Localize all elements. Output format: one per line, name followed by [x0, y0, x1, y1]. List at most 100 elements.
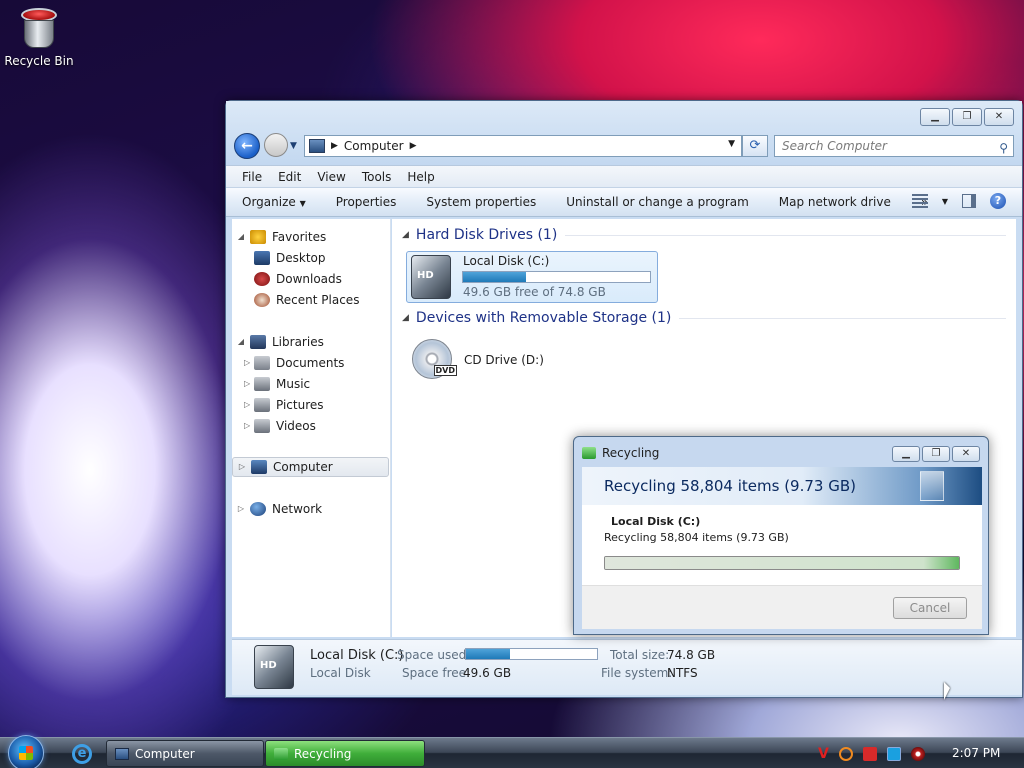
dialog-maximize-button[interactable]: ❐ [922, 446, 950, 462]
details-pane: Local Disk (C:) Local Disk Space used: S… [232, 639, 1022, 695]
dialog-title-bar: Recycling [582, 446, 659, 460]
menu-help[interactable]: Help [399, 170, 442, 184]
nav-libraries[interactable]: ◢ Libraries [232, 332, 389, 352]
recycling-progress-bar [604, 556, 960, 570]
recycle-icon [274, 747, 288, 760]
recycling-dialog: Recycling ▁ ❐ ✕ Recycling 58,804 items (… [573, 436, 989, 635]
recycle-bin-desktop-icon[interactable]: Recycle Bin [4, 4, 74, 68]
nav-desktop-label: Desktop [276, 251, 326, 265]
search-tray-icon[interactable] [838, 747, 853, 761]
maximize-button[interactable]: ❐ [952, 108, 982, 126]
nav-recent-places[interactable]: Recent Places [232, 290, 389, 310]
search-input[interactable]: Search Computer ⚲ [774, 135, 1014, 157]
videos-icon [254, 419, 270, 433]
drive-c-usage-bar [462, 271, 651, 283]
dialog-status: Recycling 58,804 items (9.73 GB) [604, 531, 789, 544]
menu-view[interactable]: View [309, 170, 353, 184]
menu-edit[interactable]: Edit [270, 170, 309, 184]
menu-bar: File Edit View Tools Help [226, 165, 1022, 187]
nav-pictures[interactable]: ▷ Pictures [232, 395, 389, 415]
menu-tools[interactable]: Tools [354, 170, 400, 184]
change-view-icon[interactable] [911, 194, 928, 208]
taskbar-computer-button[interactable]: Computer [106, 740, 264, 767]
details-space-free-value: 49.6 GB [463, 666, 512, 680]
details-fs-value: NTFS [667, 666, 698, 680]
collapse-icon[interactable]: ◢ [402, 230, 409, 240]
breadcrumb-computer[interactable]: Computer [344, 139, 404, 153]
system-properties-button[interactable]: System properties [426, 195, 536, 209]
organize-button[interactable]: Organize ▼ [242, 195, 306, 209]
music-icon [254, 377, 270, 391]
desktop-icon [254, 251, 270, 265]
search-icon[interactable]: ⚲ [999, 138, 1008, 158]
flag-tray-icon[interactable] [862, 747, 877, 761]
view-dropdown-icon[interactable]: ▼ [942, 197, 948, 206]
taskbar-recycling-button[interactable]: Recycling [265, 740, 425, 767]
nav-favorites[interactable]: ◢ Favorites [232, 227, 389, 247]
nav-videos[interactable]: ▷ Videos [232, 416, 389, 436]
drive-c-tile[interactable]: Local Disk (C:) 49.6 GB free of 74.8 GB [406, 251, 658, 303]
recent-pages-dropdown[interactable]: ▼ [290, 141, 297, 151]
hard-disk-icon [254, 645, 294, 689]
expand-icon[interactable]: ▷ [232, 499, 250, 519]
collapse-icon[interactable]: ◢ [402, 313, 409, 323]
back-button[interactable]: ← [234, 133, 260, 159]
clock[interactable]: 2:07 PM [952, 746, 1000, 760]
display-tray-icon[interactable] [886, 747, 901, 761]
nav-computer[interactable]: ▷ Computer [232, 457, 389, 477]
nav-downloads[interactable]: Downloads [232, 269, 389, 289]
close-button[interactable]: ✕ [984, 108, 1014, 126]
details-name: Local Disk (C:) [310, 648, 404, 663]
forward-button[interactable] [264, 133, 288, 157]
group-hard-disk-drives[interactable]: ◢ Hard Disk Drives (1) [402, 227, 1006, 243]
map-network-drive-button[interactable]: Map network drive [779, 195, 891, 209]
nav-network-label: Network [272, 502, 323, 516]
favorites-star-icon [250, 230, 266, 244]
details-space-used-label: Space used: [397, 648, 471, 662]
system-tray: V [818, 746, 925, 762]
downloads-icon [254, 272, 270, 286]
menu-file[interactable]: File [234, 170, 270, 184]
nav-network[interactable]: ▷ Network [232, 499, 389, 519]
details-usage-bar [465, 648, 598, 660]
nav-videos-label: Videos [276, 419, 316, 433]
address-bar[interactable]: ▶ Computer ▶ ▼ [304, 135, 742, 157]
volume-tray-icon[interactable] [910, 747, 925, 761]
dialog-header: Recycling 58,804 items (9.73 GB) [582, 467, 982, 505]
refresh-button[interactable]: ⟳ [742, 135, 768, 157]
drive-c-name: Local Disk (C:) [463, 254, 550, 268]
nav-desktop[interactable]: Desktop [232, 248, 389, 268]
collapse-icon[interactable]: ◢ [232, 332, 250, 352]
hard-disk-icon [411, 255, 451, 299]
nav-music[interactable]: ▷ Music [232, 374, 389, 394]
group-removable-storage[interactable]: ◢ Devices with Removable Storage (1) [402, 310, 1006, 326]
antivirus-tray-icon[interactable]: V [818, 746, 829, 762]
details-usage-fill [466, 649, 511, 659]
group-removable-label: Devices with Removable Storage (1) [415, 310, 672, 326]
address-dropdown-icon[interactable]: ▼ [728, 139, 735, 149]
command-bar: Organize ▼ Properties System properties … [226, 187, 1022, 217]
computer-icon [251, 460, 267, 474]
recycle-icon [582, 447, 596, 459]
properties-button[interactable]: Properties [336, 195, 397, 209]
collapse-icon[interactable]: ◢ [232, 227, 250, 247]
network-icon [250, 502, 266, 516]
preview-pane-icon[interactable] [962, 194, 976, 208]
recycle-bin-icon [18, 4, 60, 50]
breadcrumb-arrow-icon[interactable]: ▶ [331, 141, 338, 151]
documents-icon [254, 356, 270, 370]
dialog-minimize-button[interactable]: ▁ [892, 446, 920, 462]
uninstall-button[interactable]: Uninstall or change a program [566, 195, 749, 209]
internet-explorer-icon[interactable]: e [72, 744, 92, 764]
nav-pictures-label: Pictures [276, 398, 324, 412]
minimize-button[interactable]: ▁ [920, 108, 950, 126]
expand-icon[interactable]: ▷ [233, 457, 251, 477]
nav-documents[interactable]: ▷ Documents [232, 353, 389, 373]
dialog-close-button[interactable]: ✕ [952, 446, 980, 462]
view-controls: ▼ ? [911, 193, 1006, 209]
cancel-button[interactable]: Cancel [893, 597, 967, 619]
drive-d-item[interactable]: CD Drive (D:) [406, 335, 566, 383]
start-button[interactable] [8, 735, 44, 768]
breadcrumb-arrow-icon[interactable]: ▶ [410, 141, 417, 151]
help-icon[interactable]: ? [990, 193, 1006, 209]
